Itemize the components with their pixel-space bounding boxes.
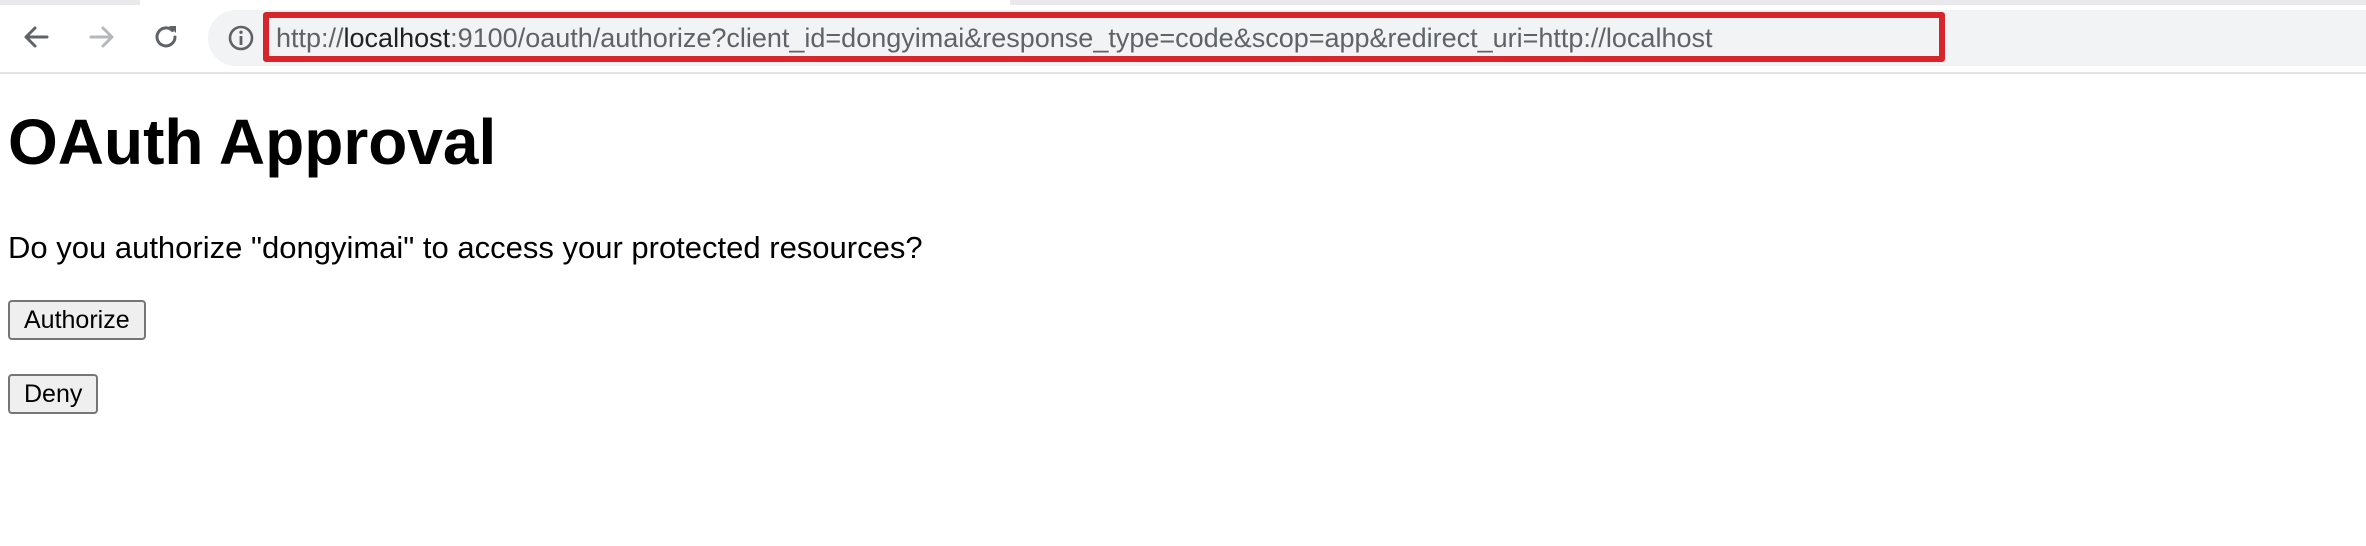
back-button[interactable]: [16, 17, 56, 57]
tab-strip-edge: [0, 0, 2366, 5]
forward-button[interactable]: [82, 17, 122, 57]
arrow-right-icon: [89, 26, 114, 48]
tab-strip-shade-right: [1010, 0, 2366, 5]
page-title: OAuth Approval: [8, 106, 497, 178]
site-info-button[interactable]: [225, 22, 257, 54]
authorize-button[interactable]: Authorize: [8, 300, 146, 340]
authorization-prompt: Do you authorize "dongyimai" to access y…: [8, 230, 923, 265]
page-content: OAuth Approval Do you authorize "dongyim…: [0, 74, 2366, 546]
arrow-left-icon: [24, 26, 49, 48]
tab-strip-shade-left: [0, 0, 140, 5]
reload-button[interactable]: [146, 17, 186, 57]
url-highlight-box: [263, 12, 1945, 62]
browser-toolbar: http://localhost:9100/oauth/authorize?cl…: [0, 0, 2366, 74]
reload-icon: [155, 26, 177, 48]
deny-button[interactable]: Deny: [8, 374, 99, 414]
info-icon: [228, 25, 254, 51]
